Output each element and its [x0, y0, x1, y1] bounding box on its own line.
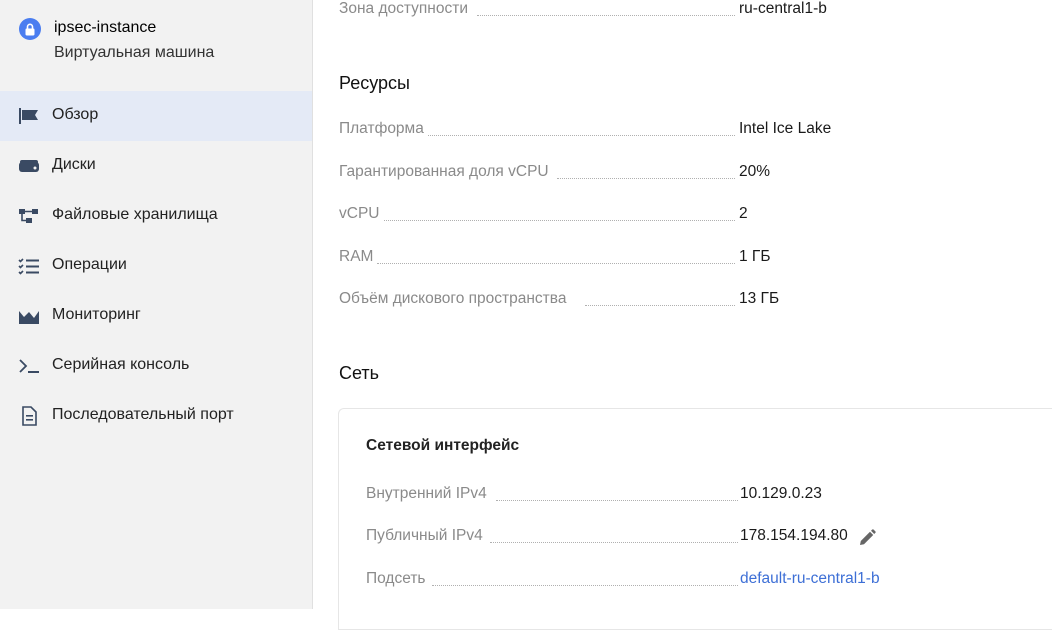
sidebar-item-monitoring[interactable]: Мониторинг [0, 291, 312, 341]
leader-dots [477, 15, 735, 16]
vm-type: Виртуальная машина [54, 44, 215, 61]
resource-value: 1 ГБ [739, 248, 771, 265]
sidebar-item-operations[interactable]: Операции [0, 241, 312, 291]
sidebar-item-label: Мониторинг [52, 306, 141, 323]
zone-row: Зона доступности ru-central1-b [339, 0, 1039, 22]
network-interface-card: Сетевой интерфейс Внутренний IPv4 10.129… [338, 408, 1052, 630]
leader-dots [432, 585, 738, 586]
sidebar-item-serial-console[interactable]: Серийная консоль [0, 341, 312, 391]
subnet-link[interactable]: default-ru-central1-b [740, 570, 880, 588]
resource-label: Гарантированная доля vCPU [339, 163, 552, 181]
sidebar-item-label: Последовательный порт [52, 406, 234, 423]
main-content: Зона доступности ru-central1-b Ресурсы П… [314, 0, 1052, 630]
terminal-icon [18, 356, 40, 376]
monitoring-chart-icon [18, 306, 40, 326]
network-row: Публичный IPv4 178.154.194.80 [366, 527, 1046, 549]
leader-dots [377, 263, 735, 264]
zone-value: ru-central1-b [739, 0, 827, 17]
resource-value: 13 ГБ [739, 290, 780, 307]
resource-label: Платформа [339, 120, 427, 138]
sidebar: ipsec-instance Виртуальная машина Обзор … [0, 0, 313, 609]
document-icon [18, 406, 40, 426]
public-ipv4-value: 178.154.194.80 [740, 527, 848, 544]
leader-dots [384, 220, 735, 221]
resource-label: RAM [339, 248, 377, 266]
sidebar-item-serial-port[interactable]: Последовательный порт [0, 391, 312, 441]
resource-value: 20% [739, 163, 771, 180]
disk-icon [18, 156, 40, 176]
resource-row: Платформа Intel Ice Lake [339, 120, 1039, 142]
vm-header: ipsec-instance Виртуальная машина [19, 17, 309, 67]
sidebar-item-label: Обзор [52, 106, 99, 123]
resource-value: 2 [739, 205, 748, 222]
sidebar-item-file-storages[interactable]: Файловые хранилища [0, 191, 312, 241]
lock-icon [19, 18, 41, 40]
network-label: Подсеть [366, 570, 429, 588]
network-title: Сеть [339, 363, 380, 383]
sidebar-item-disks[interactable]: Диски [0, 141, 312, 191]
network-label: Публичный IPv4 [366, 527, 486, 545]
leader-dots [496, 500, 738, 501]
sidebar-item-label: Серийная консоль [52, 356, 190, 373]
vm-name: ipsec-instance [54, 19, 157, 36]
sidebar-item-label: Файловые хранилища [52, 206, 218, 223]
resource-value: Intel Ice Lake [739, 120, 832, 137]
sidebar-item-label: Операции [52, 256, 127, 273]
resource-row: Гарантированная доля vCPU 20% [339, 163, 1039, 185]
leader-dots [490, 542, 738, 543]
network-interface-title: Сетевой интерфейс [366, 437, 520, 454]
overview-flag-icon [18, 106, 40, 126]
leader-dots [585, 305, 735, 306]
resource-row: RAM 1 ГБ [339, 248, 1039, 270]
resource-row: vCPU 2 [339, 205, 1039, 227]
zone-label: Зона доступности [339, 0, 471, 18]
internal-ipv4-value: 10.129.0.23 [740, 485, 822, 502]
leader-dots [428, 135, 735, 136]
sidebar-nav: Обзор Диски Файловые хранилища Операции … [0, 91, 312, 441]
operations-list-icon [18, 256, 40, 276]
resource-row: Объём дискового пространства 13 ГБ [339, 290, 1039, 312]
network-row: Подсеть default-ru-central1-b [366, 570, 1046, 592]
file-storage-icon [18, 206, 40, 226]
resource-label: Объём дискового пространства [339, 290, 570, 308]
resources-title: Ресурсы [339, 73, 410, 93]
network-row: Внутренний IPv4 10.129.0.23 [366, 485, 1046, 507]
sidebar-item-label: Диски [52, 156, 96, 173]
resource-label: vCPU [339, 205, 383, 223]
sidebar-item-overview[interactable]: Обзор [0, 91, 312, 141]
edit-pencil-icon[interactable] [857, 528, 877, 548]
leader-dots [557, 178, 735, 179]
network-label: Внутренний IPv4 [366, 485, 490, 503]
